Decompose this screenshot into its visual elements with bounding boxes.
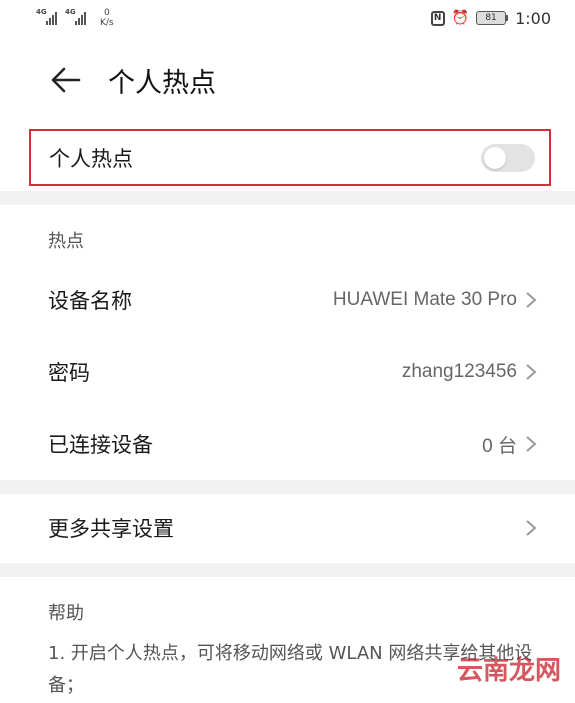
row-connected-devices[interactable]: 已连接设备 0 台 bbox=[0, 412, 575, 476]
signal-icon-2: 4G bbox=[65, 8, 86, 25]
switch-knob bbox=[484, 146, 506, 169]
row-password-value: zhang123456 bbox=[401, 361, 517, 382]
row-device-name[interactable]: 设备名称 HUAWEI Mate 30 Pro bbox=[0, 268, 575, 332]
hotspot-toggle-row[interactable]: 个人热点 bbox=[29, 129, 551, 186]
signal-label-2: 4G bbox=[65, 8, 76, 16]
row-device-name-label: 设备名称 bbox=[48, 289, 132, 313]
chevron-right-icon bbox=[526, 520, 537, 536]
row-password-label: 密码 bbox=[48, 361, 90, 385]
back-button[interactable] bbox=[46, 60, 86, 100]
section-divider-3 bbox=[0, 563, 575, 577]
section-divider bbox=[0, 191, 575, 205]
row-device-name-value: HUAWEI Mate 30 Pro bbox=[332, 289, 517, 310]
network-speed-unit: K/s bbox=[100, 18, 114, 28]
chevron-right-icon bbox=[526, 292, 537, 308]
status-right: N ⏰ 81 1:00 bbox=[430, 8, 551, 28]
section-label-help: 帮助 bbox=[48, 603, 84, 624]
row-connected-devices-label: 已连接设备 bbox=[48, 433, 153, 457]
signal-label: 4G bbox=[36, 8, 47, 16]
network-speed-value: 0 bbox=[103, 8, 110, 18]
status-left: 4G 4G 0 K/s bbox=[36, 8, 114, 28]
chevron-right-icon bbox=[526, 436, 537, 452]
chevron-right-icon bbox=[526, 364, 537, 380]
battery-icon: 81 bbox=[476, 11, 509, 25]
row-more-sharing[interactable]: 更多共享设置 bbox=[0, 496, 575, 560]
section-divider-2 bbox=[0, 480, 575, 494]
arrow-left-icon bbox=[51, 67, 81, 93]
row-password[interactable]: 密码 zhang123456 bbox=[0, 340, 575, 404]
hotspot-switch[interactable] bbox=[481, 143, 535, 172]
row-more-sharing-label: 更多共享设置 bbox=[48, 517, 174, 541]
section-label-hotspot: 热点 bbox=[48, 231, 84, 252]
battery-level: 81 bbox=[485, 13, 497, 23]
hotspot-toggle-label: 个人热点 bbox=[49, 146, 133, 171]
status-bar: 4G 4G 0 K/s N ⏰ 81 1:00 bbox=[0, 0, 575, 36]
network-speed: 0 K/s bbox=[100, 8, 114, 28]
row-connected-devices-value: 0 台 bbox=[482, 435, 517, 457]
page-title: 个人热点 bbox=[108, 67, 216, 99]
app-header: 个人热点 bbox=[0, 50, 575, 110]
status-time: 1:00 bbox=[515, 8, 551, 28]
nfc-icon: N bbox=[430, 10, 445, 26]
watermark: 云南龙网 bbox=[456, 656, 561, 686]
nfc-label: N bbox=[433, 13, 442, 23]
alarm-icon: ⏰ bbox=[451, 10, 470, 26]
signal-icon: 4G bbox=[36, 8, 57, 25]
